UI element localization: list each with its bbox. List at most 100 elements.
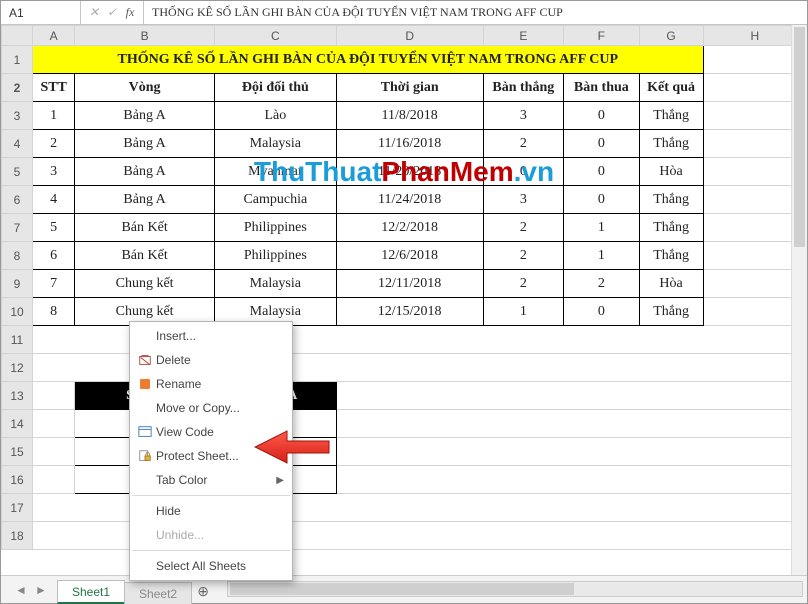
cell[interactable]: Malaysia bbox=[214, 130, 336, 158]
cell[interactable]: Thắng bbox=[639, 298, 703, 326]
cell[interactable]: Hòa bbox=[639, 158, 703, 186]
cell[interactable]: 2 bbox=[483, 242, 564, 270]
cell[interactable]: 11/20/2018 bbox=[336, 158, 483, 186]
cell[interactable] bbox=[336, 382, 806, 410]
scrollbar-thumb[interactable] bbox=[230, 583, 574, 595]
row-header[interactable]: 17 bbox=[2, 494, 33, 522]
cell[interactable]: 11/24/2018 bbox=[336, 186, 483, 214]
col-header-G[interactable]: G bbox=[639, 26, 703, 46]
row-header[interactable]: 7 bbox=[2, 214, 33, 242]
cell[interactable]: Thắng bbox=[639, 102, 703, 130]
cell[interactable]: Vòng bbox=[75, 74, 215, 102]
cell[interactable]: 0 bbox=[564, 102, 639, 130]
cell[interactable]: Lào bbox=[214, 102, 336, 130]
col-header-D[interactable]: D bbox=[336, 26, 483, 46]
cell[interactable]: Bán Kết bbox=[75, 214, 215, 242]
row-header[interactable]: 5 bbox=[2, 158, 33, 186]
cell[interactable]: 4 bbox=[33, 186, 75, 214]
ctx-protect-sheet[interactable]: Protect Sheet... bbox=[130, 444, 292, 468]
cell[interactable]: 3 bbox=[33, 158, 75, 186]
cell[interactable] bbox=[336, 438, 806, 466]
col-header-E[interactable]: E bbox=[483, 26, 564, 46]
cell[interactable]: Chung kết bbox=[75, 270, 215, 298]
cell[interactable]: Malaysia bbox=[214, 270, 336, 298]
cell[interactable]: 7 bbox=[33, 270, 75, 298]
row-header[interactable]: 2 bbox=[2, 74, 33, 102]
fx-icon[interactable]: fx bbox=[121, 5, 139, 20]
cell[interactable]: 2 bbox=[564, 270, 639, 298]
cell[interactable]: Thắng bbox=[639, 186, 703, 214]
tab-nav-next-icon[interactable]: ► bbox=[33, 583, 49, 597]
cell[interactable]: Bảng A bbox=[75, 130, 215, 158]
select-all-corner[interactable] bbox=[2, 26, 33, 46]
cell[interactable]: Bảng A bbox=[75, 158, 215, 186]
cell[interactable]: Đội đối thủ bbox=[214, 74, 336, 102]
cell[interactable]: 2 bbox=[33, 130, 75, 158]
cell[interactable]: Bàn thua bbox=[564, 74, 639, 102]
cell[interactable]: Bảng A bbox=[75, 102, 215, 130]
sheet-tab-sheet2[interactable]: Sheet2 bbox=[124, 582, 192, 604]
new-sheet-button[interactable]: ⊕ bbox=[191, 579, 215, 603]
row-header[interactable]: 11 bbox=[2, 326, 33, 354]
col-header-C[interactable]: C bbox=[214, 26, 336, 46]
enter-icon[interactable]: ✓ bbox=[103, 5, 121, 20]
cell[interactable]: 0 bbox=[564, 130, 639, 158]
cell[interactable]: 1 bbox=[33, 102, 75, 130]
cell[interactable]: Philippines bbox=[214, 214, 336, 242]
ctx-select-all-sheets[interactable]: Select All Sheets bbox=[130, 554, 292, 578]
cell[interactable]: 0 bbox=[564, 186, 639, 214]
cell[interactable] bbox=[336, 466, 806, 494]
cell[interactable]: 12/6/2018 bbox=[336, 242, 483, 270]
row-header[interactable]: 10 bbox=[2, 298, 33, 326]
cell[interactable]: 0 bbox=[564, 298, 639, 326]
cell[interactable]: Bảng A bbox=[75, 186, 215, 214]
cell[interactable] bbox=[33, 466, 75, 494]
cell[interactable]: 5 bbox=[33, 214, 75, 242]
cell[interactable]: STT bbox=[33, 74, 75, 102]
cell[interactable]: 1 bbox=[564, 214, 639, 242]
cell[interactable]: 0 bbox=[564, 158, 639, 186]
cancel-icon[interactable]: ✕ bbox=[85, 5, 103, 20]
cell[interactable]: 12/2/2018 bbox=[336, 214, 483, 242]
horizontal-scrollbar[interactable] bbox=[227, 581, 803, 597]
ctx-move-or-copy[interactable]: Move or Copy... bbox=[130, 396, 292, 420]
cell[interactable]: Thắng bbox=[639, 242, 703, 270]
cell[interactable]: 12/15/2018 bbox=[336, 298, 483, 326]
cell[interactable] bbox=[336, 410, 806, 438]
formula-input[interactable]: THỐNG KÊ SỐ LẦN GHI BÀN CỦA ĐỘI TUYỂN VI… bbox=[144, 5, 807, 20]
sheet-tab-sheet1[interactable]: Sheet1 bbox=[57, 580, 125, 604]
col-header-B[interactable]: B bbox=[75, 26, 215, 46]
title-cell[interactable]: THỐNG KÊ SỐ LẦN GHI BÀN CỦA ĐỘI TUYỂN VI… bbox=[33, 46, 704, 74]
col-header-F[interactable]: F bbox=[564, 26, 639, 46]
cell[interactable]: 2 bbox=[483, 270, 564, 298]
row-header[interactable]: 15 bbox=[2, 438, 33, 466]
ctx-delete[interactable]: Delete bbox=[130, 348, 292, 372]
cell[interactable] bbox=[33, 382, 75, 410]
name-box[interactable]: A1 bbox=[1, 1, 81, 24]
cell[interactable]: 1 bbox=[564, 242, 639, 270]
cell[interactable]: 3 bbox=[483, 102, 564, 130]
cell[interactable]: Thắng bbox=[639, 130, 703, 158]
row-header[interactable]: 9 bbox=[2, 270, 33, 298]
cell[interactable]: 8 bbox=[33, 298, 75, 326]
row-header[interactable]: 16 bbox=[2, 466, 33, 494]
vertical-scrollbar[interactable] bbox=[791, 25, 807, 575]
row-header[interactable]: 6 bbox=[2, 186, 33, 214]
ctx-hide[interactable]: Hide bbox=[130, 499, 292, 523]
cell[interactable]: 0 bbox=[483, 158, 564, 186]
row-header[interactable]: 4 bbox=[2, 130, 33, 158]
cell[interactable]: 1 bbox=[483, 298, 564, 326]
spreadsheet-grid[interactable]: A B C D E F G H 1 THỐNG KÊ SỐ LẦN GHI BÀ… bbox=[1, 25, 807, 550]
cell[interactable] bbox=[33, 410, 75, 438]
row-header[interactable]: 12 bbox=[2, 354, 33, 382]
cell[interactable]: 2 bbox=[483, 214, 564, 242]
cell[interactable]: Thắng bbox=[639, 214, 703, 242]
cell[interactable]: Thời gian bbox=[336, 74, 483, 102]
cell[interactable] bbox=[33, 438, 75, 466]
cell[interactable]: Kết quả bbox=[639, 74, 703, 102]
cell[interactable]: Myanmar bbox=[214, 158, 336, 186]
row-header[interactable]: 13 bbox=[2, 382, 33, 410]
row-header[interactable]: 3 bbox=[2, 102, 33, 130]
cell[interactable]: Bán Kết bbox=[75, 242, 215, 270]
cell[interactable]: Bàn thắng bbox=[483, 74, 564, 102]
